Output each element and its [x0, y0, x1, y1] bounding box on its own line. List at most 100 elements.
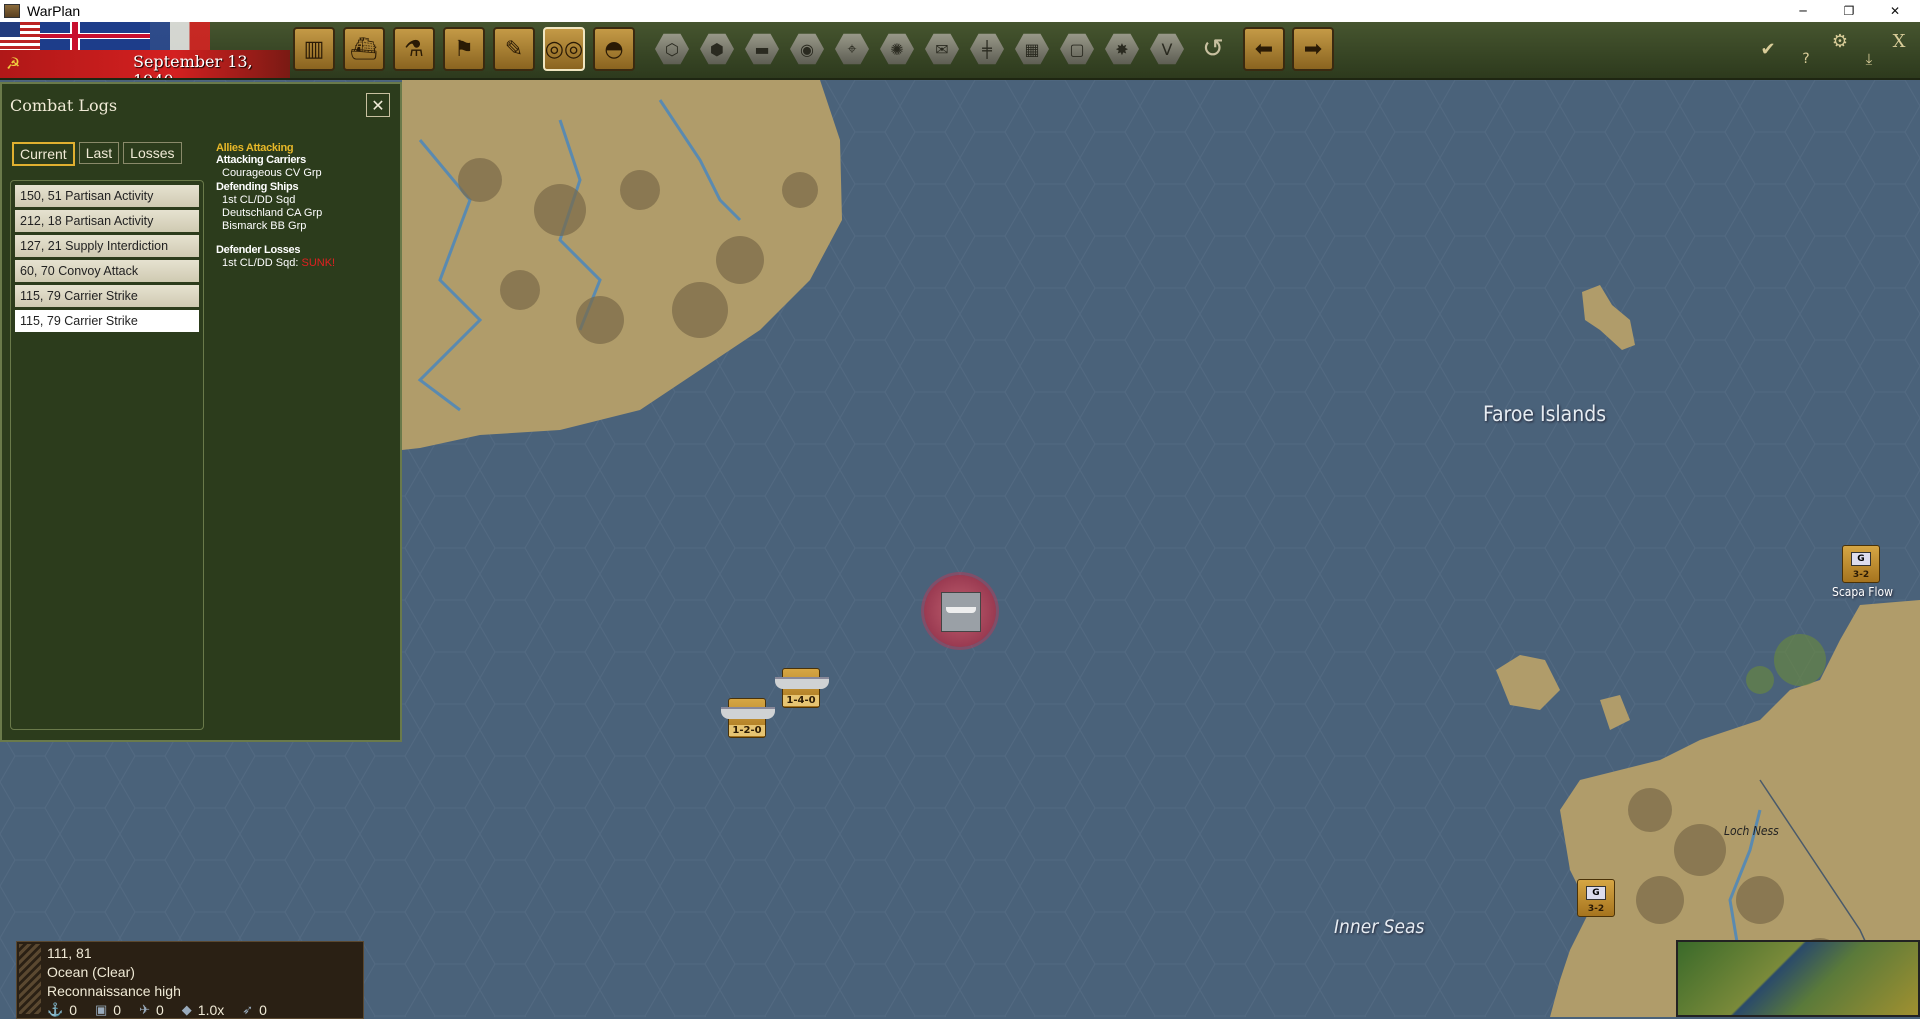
- shield-icon: ◆: [181, 1002, 192, 1017]
- panel-header: Combat Logs ✕: [2, 84, 400, 128]
- production-button[interactable]: ▥: [293, 27, 335, 71]
- help-button[interactable]: ?: [1791, 44, 1821, 74]
- end-turn-button[interactable]: ✔: [1753, 34, 1783, 64]
- stat-value: 0: [69, 1002, 77, 1018]
- restore-button[interactable]: ❐: [1826, 0, 1872, 22]
- turn-date: September 13, 1940: [133, 52, 253, 78]
- flag-icon: ⚑: [454, 36, 474, 62]
- stat-value: 1.0x: [197, 1002, 225, 1018]
- frame-icon: ▢: [1060, 33, 1094, 65]
- previous-unit-button[interactable]: ⬅: [1243, 27, 1285, 71]
- ship-icon: [721, 707, 775, 719]
- tank-filter-button[interactable]: ▬: [741, 27, 783, 71]
- top-toolbar: ☭ September 13, 1940 ▥ ⛴ ⚗ ⚑ ✎ ◎◎ ◓ ⬡ ⬢ …: [0, 22, 1920, 80]
- list-item-selected[interactable]: 115, 79 Carrier Strike: [15, 310, 199, 332]
- tab-current[interactable]: Current: [12, 142, 75, 166]
- grid-icon: ▦: [1015, 33, 1049, 65]
- rail-icon: ╪: [970, 33, 1004, 65]
- gear-icon: ⚙: [1831, 30, 1849, 52]
- factory-icon: ▥: [303, 36, 325, 62]
- hexes-filter-button[interactable]: ⬢: [696, 27, 738, 71]
- mail-filter-button[interactable]: ✉: [921, 27, 963, 71]
- explosion-icon: ✸: [1105, 33, 1139, 65]
- label-scapa-flow: Scapa Flow: [1832, 585, 1893, 599]
- exit-icon: X: [1892, 30, 1906, 52]
- close-window-button[interactable]: ✕: [1872, 0, 1918, 22]
- frame-filter-button[interactable]: ▢: [1056, 27, 1098, 71]
- supply-filter-button[interactable]: ◉: [786, 27, 828, 71]
- supply-icon: ▣: [94, 1002, 108, 1017]
- defender-unit: 1st CL/DD Sqd: [222, 194, 296, 206]
- v-filter-button[interactable]: V: [1146, 27, 1188, 71]
- list-item[interactable]: 127, 21 Supply Interdiction: [15, 235, 199, 257]
- naval-unit-counter[interactable]: 1-2-0: [721, 698, 775, 738]
- log-tabs: Current Last Losses: [12, 142, 182, 166]
- app-icon: [4, 4, 20, 18]
- naval-base-scapa[interactable]: G 3-2: [1842, 545, 1880, 583]
- grid-filter-button[interactable]: ▦: [1011, 27, 1053, 71]
- arrow-right-icon: ➡: [1303, 36, 1323, 62]
- nation-flags: ☭ September 13, 1940: [0, 22, 290, 78]
- info-decoration: [19, 944, 41, 1014]
- list-item[interactable]: 212, 18 Partisan Activity: [15, 210, 199, 232]
- defending-label: Defending Ships: [216, 181, 299, 193]
- close-icon: ✕: [371, 95, 385, 115]
- stat-value: 0: [155, 1002, 164, 1018]
- coins-icon: ◉: [790, 33, 824, 65]
- undo-button[interactable]: ↺: [1192, 27, 1234, 71]
- burst-filter-button[interactable]: ✺: [876, 27, 918, 71]
- exit-button[interactable]: X: [1884, 26, 1914, 56]
- combat-log-list: 150, 51 Partisan Activity 212, 18 Partis…: [10, 180, 204, 730]
- settings-button[interactable]: ⚙: [1825, 26, 1855, 56]
- naval-button[interactable]: ⛴: [343, 27, 385, 71]
- naval-unit-counter[interactable]: 1-4-0: [775, 668, 829, 708]
- binoculars-icon: ◎◎: [544, 36, 584, 62]
- hex-coordinates: 111, 81: [47, 945, 92, 961]
- crosshair-icon: ⌖: [835, 33, 869, 65]
- jet-icon: ➶: [242, 1002, 254, 1017]
- minimize-button[interactable]: ─: [1780, 0, 1826, 22]
- helmet-icon: ◓: [604, 36, 624, 62]
- plane-icon: ✈: [139, 1002, 150, 1017]
- ship-icon: [775, 677, 829, 689]
- combat-logs-button[interactable]: ◎◎: [543, 27, 585, 71]
- france-flag-icon: [150, 22, 210, 50]
- attacker-unit: Courageous CV Grp: [222, 167, 322, 179]
- naval-base-west[interactable]: G 3-2: [1577, 879, 1615, 917]
- hex-stats: ⚓ 0 ▣ 0 ✈ 0 ◆ 1.0x ➶ 0: [47, 1002, 267, 1018]
- rail-filter-button[interactable]: ╪: [966, 27, 1008, 71]
- tab-losses[interactable]: Losses: [123, 142, 182, 164]
- hex-recon: Reconnaissance high: [47, 983, 181, 999]
- units-button[interactable]: ◓: [593, 27, 635, 71]
- list-item[interactable]: 115, 79 Carrier Strike: [15, 285, 199, 307]
- hex-filter-button[interactable]: ⬡: [651, 27, 693, 71]
- explosion-filter-button[interactable]: ✸: [1101, 27, 1143, 71]
- loss-unit: 1st CL/DD Sqd:: [222, 257, 299, 269]
- list-item[interactable]: 60, 70 Convoy Attack: [15, 260, 199, 282]
- close-panel-button[interactable]: ✕: [366, 93, 390, 117]
- attacking-label: Attacking Carriers: [216, 154, 306, 166]
- research-button[interactable]: ⚗: [393, 27, 435, 71]
- tab-last[interactable]: Last: [78, 142, 120, 164]
- loss-entry: 1st CL/DD Sqd: SUNK!: [216, 257, 396, 269]
- label-faroe-islands: Faroe Islands: [1483, 402, 1607, 426]
- reports-button[interactable]: ✎: [493, 27, 535, 71]
- hex-icon: ⬡: [655, 33, 689, 65]
- minimap[interactable]: [1676, 940, 1920, 1017]
- window-titlebar: WarPlan ─ ❐ ✕: [0, 0, 1920, 22]
- losses-label: Defender Losses: [216, 244, 301, 256]
- list-item[interactable]: 150, 51 Partisan Activity: [15, 185, 199, 207]
- ship-icon: ⛴: [350, 36, 378, 62]
- save-button[interactable]: ⤓: [1854, 44, 1884, 74]
- v-icon: V: [1150, 33, 1184, 65]
- arrow-left-icon: ⬅: [1254, 36, 1274, 62]
- next-unit-button[interactable]: ➡: [1292, 27, 1334, 71]
- envelope-icon: ✉: [925, 33, 959, 65]
- hexes-icon: ⬢: [700, 33, 734, 65]
- target-filter-button[interactable]: ⌖: [831, 27, 873, 71]
- undo-icon: ↺: [1202, 34, 1224, 64]
- defender-unit: Bismarck BB Grp: [222, 220, 307, 232]
- diplomacy-button[interactable]: ⚑: [443, 27, 485, 71]
- label-loch-ness: Loch Ness: [1724, 824, 1779, 838]
- selected-naval-unit[interactable]: [924, 575, 996, 647]
